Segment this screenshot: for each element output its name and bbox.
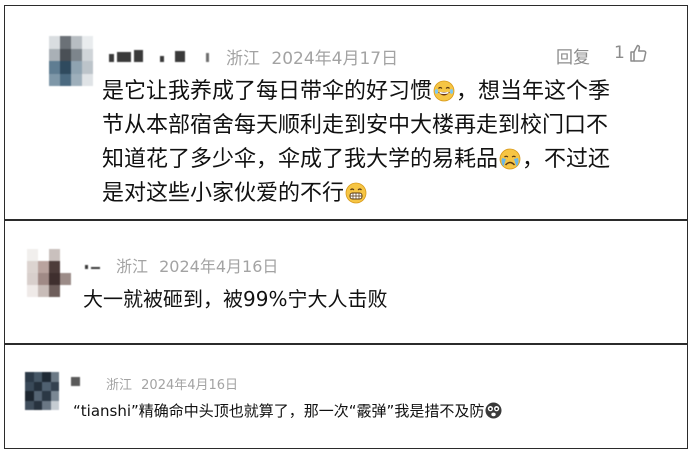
comment-meta: 浙江 2024年4月16日 — [116, 253, 278, 277]
thumbs-up-icon — [630, 44, 647, 62]
comment-card: 浙江 2024年4月16日 “tianshi”精确命中头顶也就算了，那一次“霰弹… — [4, 344, 688, 449]
comment-card: 浙江 2024年4月17日 回复 1 是它让我养成了每日带伞的好习惯 ，想当年这… — [4, 5, 688, 220]
comment-line: 知道花了多少伞，伞成了我大学的易耗品 ，不过还 — [102, 143, 682, 177]
comment-line: 节从本部宿舍每天顺利走到安中大楼再走到校门口不 — [102, 113, 609, 138]
comment-text-segment: ，想当年这个季 — [456, 79, 611, 104]
comment-text-segment: “tianshi”精确命中头顶也就算了，那一次“霰弹”我是措不及防 — [73, 402, 485, 420]
crying-face-emoji — [499, 147, 521, 170]
comment-meta: 浙江 2024年4月16日 — [106, 374, 238, 393]
comment-body: 大一就被砸到，被99%宁大人击败 — [83, 287, 388, 311]
avatar[interactable] — [27, 249, 71, 297]
like-button[interactable]: 1 — [614, 43, 648, 63]
date: 2024年4月16日 — [159, 257, 279, 276]
location: 浙江 — [226, 49, 260, 69]
username-blurred[interactable] — [109, 48, 209, 62]
date: 2024年4月16日 — [141, 378, 239, 393]
date: 2024年4月17日 — [271, 49, 399, 69]
avatar[interactable] — [49, 36, 93, 86]
comment-card: 浙江 2024年4月16日 大一就被砸到，被99%宁大人击败 — [4, 220, 688, 344]
location: 浙江 — [106, 378, 133, 393]
comment-text-segment: 是它让我养成了每日带伞的好习惯 — [102, 79, 433, 104]
reply-button[interactable]: 回复 — [556, 43, 590, 68]
comment-text-segment: 知道花了多少伞，伞成了我大学的易耗品 — [102, 147, 499, 172]
location: 浙江 — [116, 257, 149, 276]
comment-meta: 浙江 2024年4月17日 — [226, 44, 398, 69]
comment-line: 是它让我养成了每日带伞的好习惯 ，想当年这个季 — [102, 75, 682, 109]
grinning-teeth-emoji — [345, 181, 367, 204]
shocked-face-emoji — [485, 401, 502, 419]
comment-line: 是对这些小家伙爱的不行 — [102, 177, 682, 211]
avatar[interactable] — [25, 372, 59, 410]
comment-body: 是它让我养成了每日带伞的好习惯 ，想当年这个季 节从本部宿舍每天顺利走到安中大楼… — [102, 75, 682, 211]
comment-text-segment: ，不过还 — [522, 147, 611, 172]
username-blurred[interactable] — [85, 257, 100, 269]
comment-body: “tianshi”精确命中头顶也就算了，那一次“霰弹”我是措不及防 — [73, 398, 503, 424]
username-blurred[interactable] — [71, 376, 80, 386]
comment-text-segment: 是对这些小家伙爱的不行 — [102, 181, 345, 206]
like-count: 1 — [614, 43, 625, 63]
laughing-tears-emoji — [433, 79, 455, 102]
